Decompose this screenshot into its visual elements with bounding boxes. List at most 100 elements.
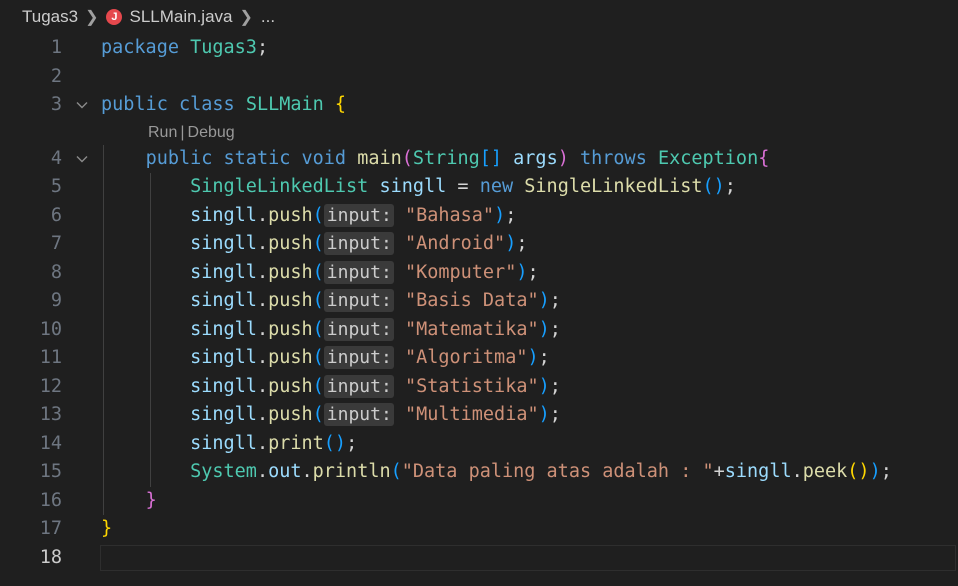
code-token: ) (505, 233, 517, 254)
code-line[interactable]: 3 public class SLLMain { (0, 91, 958, 119)
code-token: push (268, 318, 313, 340)
code-line[interactable]: 10 singll.push(input: "Matematika"); (0, 316, 958, 344)
indent-guide (150, 173, 151, 487)
breadcrumb-symbols[interactable]: ... (261, 7, 275, 27)
code-text: } (101, 515, 112, 543)
code-token: "Android" (404, 233, 506, 254)
code-token: ; (549, 375, 561, 397)
code-line[interactable]: 16 } (0, 487, 958, 515)
editor-window: Tugas3 ❯ J SLLMain.java ❯ ... 1 package T… (0, 0, 958, 586)
code-token: ) (538, 404, 550, 425)
code-token: "Multimedia" (404, 404, 539, 425)
code-token: . (256, 461, 269, 482)
code-token: ) (538, 290, 550, 311)
code-token: singll (190, 347, 257, 368)
breadcrumb-folder[interactable]: Tugas3 (22, 7, 78, 27)
fold-chevron-icon[interactable] (72, 145, 92, 173)
code-line[interactable]: 12 singll.push(input: "Statistika"); (0, 373, 958, 401)
code-line[interactable]: 8 singll.push(input: "Komputer"); (0, 259, 958, 287)
code-token: ( (312, 347, 324, 368)
code-token: push (268, 347, 313, 368)
code-token: singll (190, 404, 257, 425)
code-text: singll.push(input: "Matematika"); (101, 316, 561, 344)
code-token: peek (802, 461, 848, 482)
code-token: ; (538, 347, 550, 368)
code-token: } (101, 518, 113, 539)
code-token: () (323, 432, 347, 454)
code-line[interactable]: 6 singll.push(input: "Bahasa"); (0, 202, 958, 230)
code-token: "Bahasa" (404, 204, 495, 226)
code-token: . (256, 290, 269, 311)
code-token: singll (190, 290, 257, 311)
chevron-right-icon: ❯ (85, 9, 99, 26)
code-line[interactable]: 14 singll.print(); (0, 430, 958, 458)
codelens-separator: | (180, 123, 185, 141)
code-token: singll (190, 432, 257, 454)
line-number: 9 (50, 290, 62, 311)
code-line[interactable]: 11 singll.push(input: "Algoritma"); (0, 344, 958, 372)
code-token: new (479, 176, 514, 197)
inlay-hint: input: (323, 232, 394, 255)
code-token: SingleLinkedList (524, 176, 703, 197)
fold-chevron-icon[interactable] (72, 91, 92, 119)
line-number: 8 (50, 261, 62, 283)
code-token: . (256, 347, 269, 368)
codelens-row: Run | Debug (0, 120, 958, 146)
code-token: ; (346, 432, 358, 454)
code-token: push (268, 404, 313, 425)
code-token: . (791, 461, 803, 482)
line-number: 18 (39, 546, 62, 568)
code-editor[interactable]: 1 package Tugas3; 2 3 public class SLLMain {… (0, 34, 958, 586)
code-token: ) (494, 204, 506, 226)
line-number: 4 (50, 147, 62, 169)
code-line[interactable]: 5 SingleLinkedList singll = new SingleLi… (0, 173, 958, 201)
code-token: = (446, 176, 480, 197)
code-token: ; (256, 37, 269, 58)
code-line[interactable]: 1 package Tugas3; (0, 34, 958, 62)
codelens-debug-link[interactable]: Debug (188, 124, 235, 141)
code-token: void (301, 147, 347, 169)
code-token: ) (538, 318, 550, 340)
line-number: 2 (50, 65, 62, 87)
code-line[interactable]: 4 public static void main(String[] args)… (0, 145, 958, 173)
code-token: ( (390, 461, 402, 482)
code-token: package (101, 37, 179, 58)
code-line[interactable]: 9 singll.push(input: "Basis Data"); (0, 287, 958, 315)
line-number: 7 (50, 233, 62, 254)
code-text: } (101, 487, 157, 515)
breadcrumb: Tugas3 ❯ J SLLMain.java ❯ ... (0, 0, 958, 34)
code-token: ) (557, 147, 569, 169)
code-token: push (268, 261, 313, 283)
code-line[interactable]: 18 (0, 544, 958, 572)
line-number: 1 (50, 37, 62, 58)
inlay-hint: input: (323, 374, 394, 398)
code-line[interactable]: 2 (0, 63, 958, 91)
code-token: push (268, 375, 313, 397)
inlay-hint: input: (323, 260, 394, 284)
code-token: "Algoritma" (404, 347, 528, 368)
codelens-run-link[interactable]: Run (148, 124, 177, 141)
code-token: ; (880, 461, 892, 482)
code-line[interactable]: 15 System.out.println("Data paling atas … (0, 458, 958, 486)
breadcrumb-file[interactable]: J SLLMain.java (106, 7, 233, 27)
code-token: ; (549, 290, 561, 311)
code-token: ( (312, 375, 324, 397)
code-line[interactable]: 17} (0, 515, 958, 543)
code-token: ; (505, 204, 517, 226)
code-token: SLLMain (245, 94, 324, 115)
code-line[interactable]: 13 singll.push(input: "Multimedia"); (0, 401, 958, 429)
code-token: singll (379, 176, 447, 197)
code-line[interactable]: 7 singll.push(input: "Android"); (0, 230, 958, 258)
